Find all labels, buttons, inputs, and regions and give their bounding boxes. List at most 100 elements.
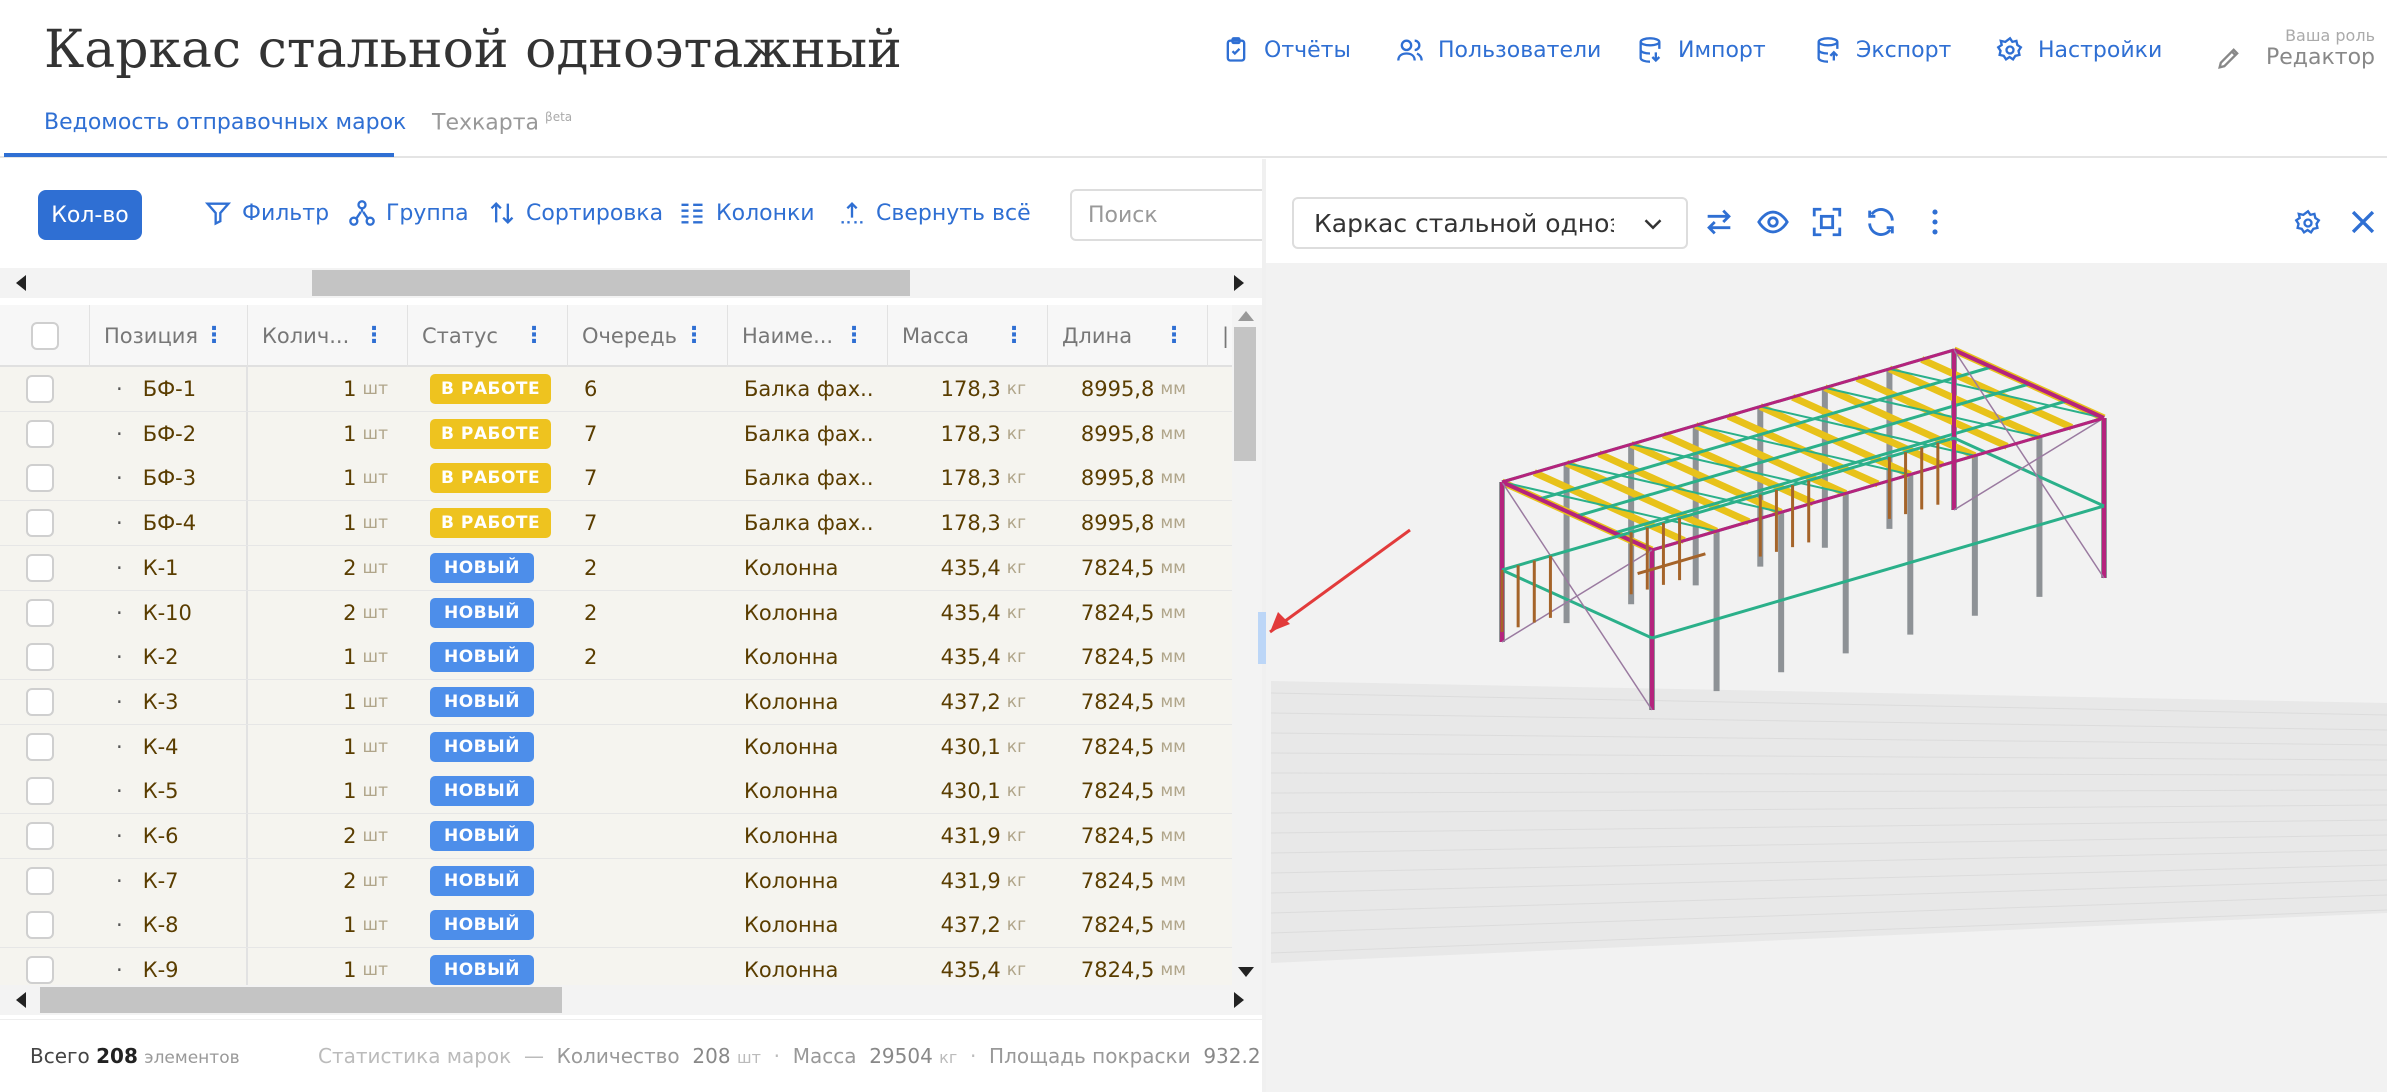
table-row[interactable]: · БФ-3 1 шт В РАБОТЕ 7 Балка фах... 178,3 кг 8995… — [0, 456, 1232, 502]
row-checkbox[interactable] — [26, 375, 54, 403]
status-cell[interactable]: НОВЫЙ — [430, 948, 534, 985]
table-row[interactable]: · К-9 1 шт НОВЫЙ Колонна 435,4 кг 7824,5 мм — [0, 948, 1232, 985]
position-cell[interactable]: · К-2 — [116, 635, 179, 679]
table-row[interactable]: · К-7 2 шт НОВЫЙ Колонна 431,9 кг 7824,5 мм — [0, 858, 1232, 904]
row-checkbox[interactable] — [26, 956, 54, 985]
more-vertical-icon[interactable] — [1918, 205, 1952, 239]
col-header-mass[interactable]: Масса ⋮ — [888, 305, 1048, 367]
status-badge[interactable]: НОВЫЙ — [430, 597, 534, 628]
table-row[interactable]: · БФ-2 1 шт В РАБОТЕ 7 Балка фах... 178,3 кг 8995… — [0, 411, 1232, 457]
row-checkbox[interactable] — [26, 464, 54, 493]
row-checkbox[interactable] — [26, 419, 54, 448]
select-all-checkbox[interactable] — [30, 322, 59, 350]
status-badge[interactable]: НОВЫЙ — [430, 686, 534, 717]
nav-export[interactable]: Экспорт — [1814, 36, 1951, 64]
col-header-name[interactable]: Наиме... ⋮ — [728, 305, 888, 367]
status-badge[interactable]: НОВЫЙ — [430, 642, 534, 673]
status-cell[interactable]: НОВЫЙ — [430, 814, 534, 858]
position-cell[interactable]: · К-9 — [116, 948, 179, 985]
sort-button[interactable]: Сортировка — [488, 199, 663, 227]
position-cell[interactable]: · К-5 — [116, 769, 179, 813]
scroll-thumb[interactable] — [312, 270, 910, 296]
status-badge[interactable]: НОВЫЙ — [430, 821, 534, 851]
col-header-queue[interactable]: Очередь ⋮ — [568, 305, 728, 367]
status-cell[interactable]: НОВЫЙ — [430, 859, 534, 903]
status-cell[interactable]: НОВЫЙ — [430, 591, 534, 635]
quantity-button[interactable]: Кол-во — [38, 190, 142, 240]
status-cell[interactable]: НОВЫЙ — [430, 903, 534, 947]
scroll-up-arrow[interactable] — [1238, 311, 1254, 321]
position-cell[interactable]: · К-7 — [116, 859, 179, 903]
row-checkbox[interactable] — [26, 509, 54, 538]
row-checkbox[interactable] — [26, 911, 54, 940]
col-header-qty[interactable]: Колич... ⋮ — [248, 305, 408, 367]
status-cell[interactable]: НОВЫЙ — [430, 725, 534, 769]
column-menu-icon[interactable]: ⋮ — [683, 323, 705, 348]
position-cell[interactable]: · К-10 — [116, 591, 192, 635]
3d-viewport[interactable] — [1266, 263, 2387, 1092]
column-menu-icon[interactable]: ⋮ — [363, 323, 385, 348]
position-cell[interactable]: · БФ-1 — [116, 367, 196, 411]
scroll-right-arrow[interactable] — [1234, 275, 1244, 291]
tab-dispatch-list[interactable]: Ведомость отправочных марок — [44, 110, 406, 135]
status-badge[interactable]: В РАБОТЕ — [430, 374, 552, 404]
row-checkbox[interactable] — [26, 866, 54, 895]
table-row[interactable]: · К-1 2 шт НОВЫЙ 2 Колонна 435,4 кг 7824,5 мм — [0, 545, 1232, 591]
col-header-position[interactable]: Позиция ⋮ — [90, 305, 248, 367]
close-icon[interactable] — [2346, 205, 2380, 239]
status-badge[interactable]: НОВЫЙ — [430, 955, 534, 985]
table-row[interactable]: · К-8 1 шт НОВЫЙ Колонна 437,2 кг 7824,5 мм — [0, 903, 1232, 949]
status-cell[interactable]: В РАБОТЕ — [430, 456, 552, 500]
table-row[interactable]: · К-5 1 шт НОВЫЙ Колонна 430,1 кг 7824,5 мм — [0, 769, 1232, 815]
tab-techmap[interactable]: Техкарта βeta — [432, 110, 572, 135]
status-badge[interactable]: В РАБОТЕ — [430, 418, 552, 449]
status-cell[interactable]: НОВЫЙ — [430, 680, 534, 724]
nav-settings[interactable]: Настройки — [1996, 36, 2162, 64]
position-cell[interactable]: · К-3 — [116, 680, 179, 724]
col-header-status[interactable]: Статус ⋮ — [408, 305, 568, 367]
scroll-down-arrow[interactable] — [1238, 967, 1254, 977]
nav-import[interactable]: Импорт — [1636, 36, 1766, 64]
column-menu-icon[interactable]: ⋮ — [523, 323, 545, 348]
status-badge[interactable]: НОВЫЙ — [430, 865, 534, 896]
swap-icon[interactable] — [1702, 205, 1736, 239]
nav-reports[interactable]: Отчёты — [1222, 36, 1351, 64]
table-row[interactable]: · БФ-1 1 шт В РАБОТЕ 6 Балка фах... 178,3 кг 8995… — [0, 367, 1232, 412]
row-checkbox[interactable] — [26, 732, 54, 761]
position-cell[interactable]: · К-6 — [116, 814, 179, 858]
status-cell[interactable]: В РАБОТЕ — [430, 367, 552, 411]
row-checkbox[interactable] — [26, 777, 54, 806]
viewer-settings-icon[interactable] — [2294, 209, 2322, 237]
scroll-left-arrow[interactable] — [16, 275, 26, 291]
columns-button[interactable]: Колонки — [678, 199, 815, 227]
status-badge[interactable]: В РАБОТЕ — [430, 508, 552, 539]
status-badge[interactable]: НОВЫЙ — [430, 731, 534, 762]
row-checkbox[interactable] — [26, 822, 54, 850]
scroll-right-arrow[interactable] — [1234, 992, 1244, 1008]
fit-view-icon[interactable] — [1810, 205, 1844, 239]
status-cell[interactable]: НОВЫЙ — [430, 769, 534, 813]
top-horizontal-scrollbar[interactable] — [0, 268, 1262, 298]
table-row[interactable]: · БФ-4 1 шт В РАБОТЕ 7 Балка фах... 178,3 кг 8995… — [0, 501, 1232, 547]
position-cell[interactable]: · БФ-3 — [116, 456, 196, 500]
status-badge[interactable]: НОВЫЙ — [430, 910, 534, 941]
eye-icon[interactable] — [1756, 205, 1790, 239]
column-menu-icon[interactable]: ⋮ — [1163, 323, 1185, 348]
table-row[interactable]: · К-6 2 шт НОВЫЙ Колонна 431,9 кг 7824,5 мм — [0, 814, 1232, 859]
col-header-length[interactable]: Длина ⋮ — [1048, 305, 1208, 367]
row-checkbox[interactable] — [26, 553, 54, 582]
row-checkbox[interactable] — [26, 643, 54, 672]
position-cell[interactable]: · К-8 — [116, 903, 179, 947]
vertical-scroll-thumb[interactable] — [1234, 327, 1256, 461]
position-cell[interactable]: · К-1 — [116, 546, 179, 590]
row-checkbox[interactable] — [26, 598, 54, 627]
scroll-thumb[interactable] — [40, 987, 562, 1013]
refresh-icon[interactable] — [1864, 205, 1898, 239]
table-row[interactable]: · К-10 2 шт НОВЫЙ 2 Колонна 435,4 кг 7824,5 мм — [0, 590, 1232, 636]
column-menu-icon[interactable]: ⋮ — [843, 323, 865, 348]
status-cell[interactable]: В РАБОТЕ — [430, 501, 552, 545]
collapse-all-button[interactable]: Свернуть всё — [838, 199, 1031, 227]
status-cell[interactable]: НОВЫЙ — [430, 635, 534, 679]
status-cell[interactable]: В РАБОТЕ — [430, 412, 552, 456]
bottom-horizontal-scrollbar[interactable] — [0, 985, 1262, 1015]
